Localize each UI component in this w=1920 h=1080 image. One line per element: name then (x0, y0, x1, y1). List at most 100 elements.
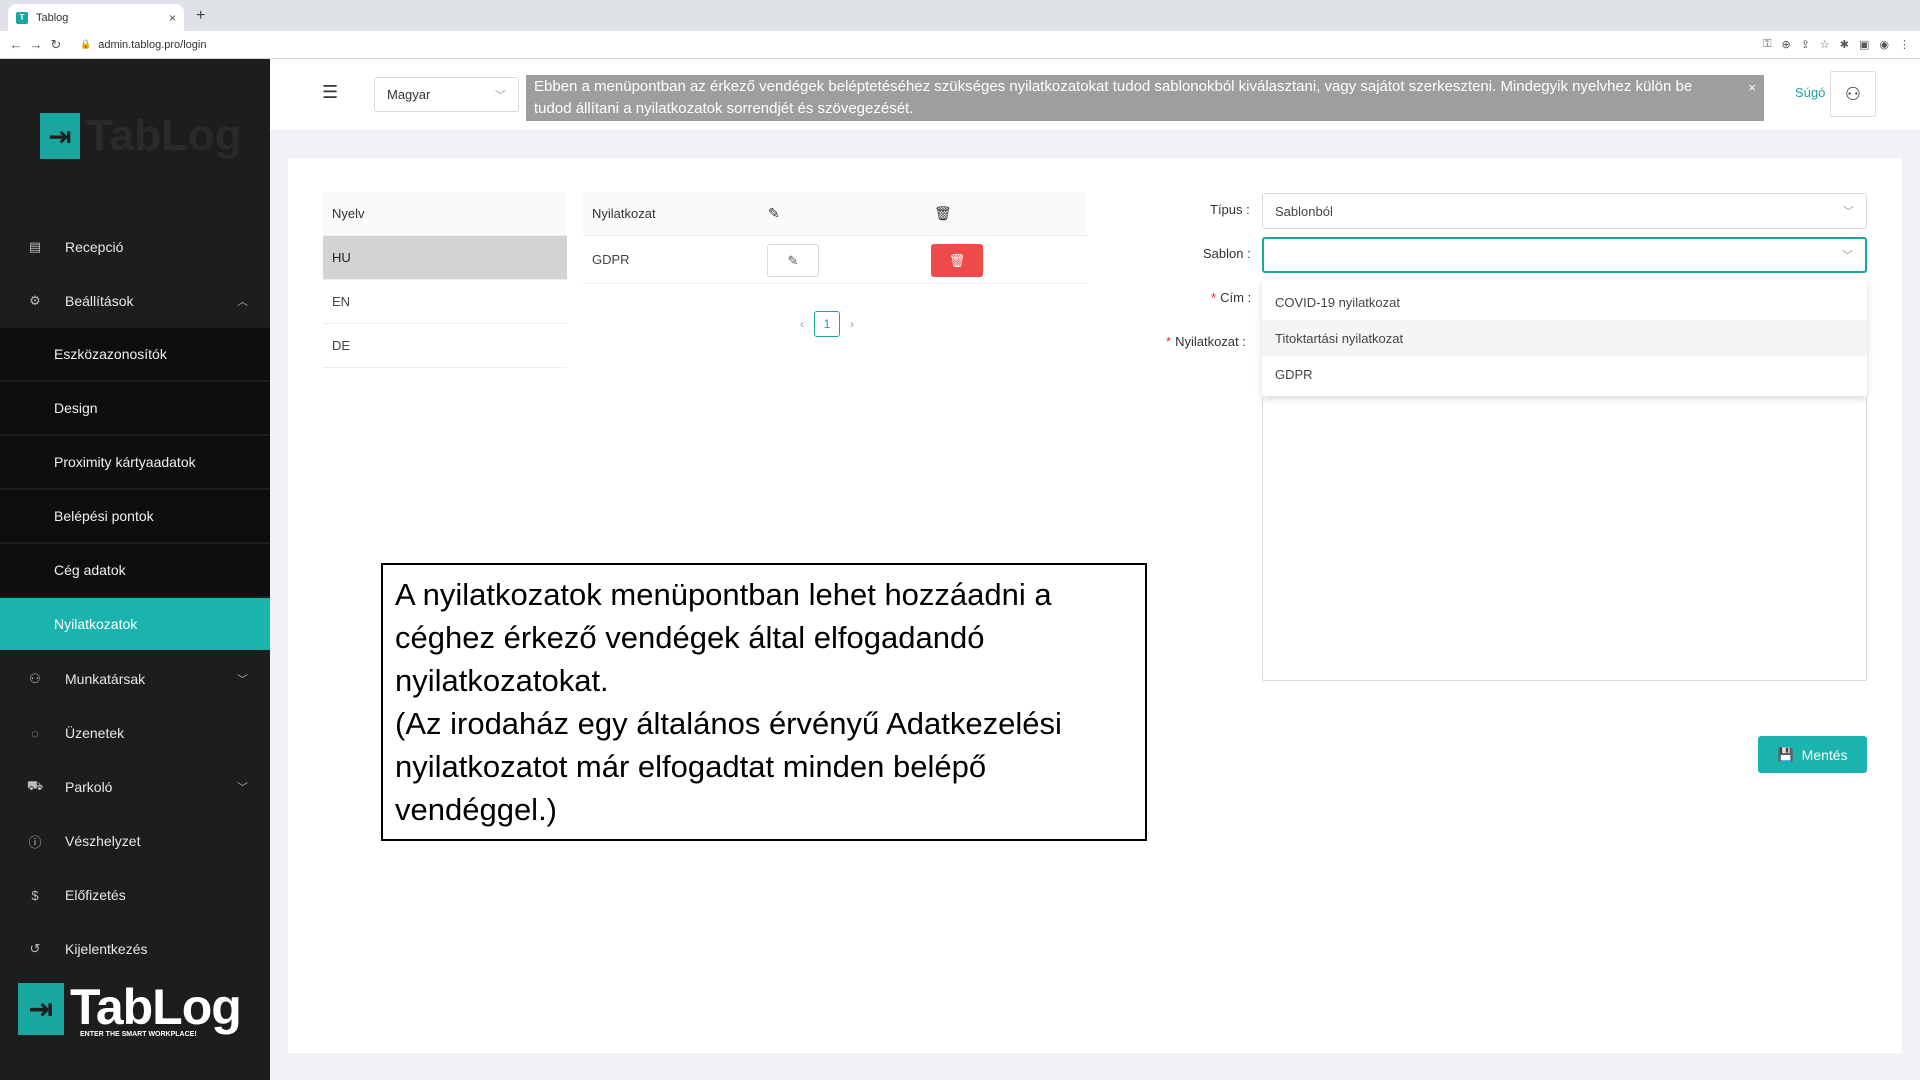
template-dropdown: COVID-19 nyilatkozat Titoktartási nyilat… (1262, 280, 1867, 396)
sidebar-item-label: Előfizetés (65, 887, 126, 903)
template-label: Sablon : (1203, 246, 1251, 261)
alert-icon: ⓘ (28, 834, 42, 850)
zoom-icon[interactable]: ⊕ (1781, 38, 1790, 51)
table-row: GDPR ✎ 🗑 (583, 236, 1087, 284)
declaration-name: GDPR (592, 252, 630, 267)
user-menu-button[interactable]: ⚇ (1830, 71, 1876, 117)
declaration-table-header: Nyilatkozat ✎ 🗑 (583, 192, 1087, 236)
save-button[interactable]: 💾 Mentés (1758, 736, 1867, 773)
logout-icon: ↺ (29, 941, 41, 956)
tab-close-icon[interactable]: × (169, 11, 176, 25)
message-icon: ◌ (31, 725, 39, 741)
save-button-label: Mentés (1801, 746, 1848, 763)
annotation-callout: A nyilatkozatok menüpontban lehet hozzáa… (381, 563, 1147, 841)
pagination-prev-icon[interactable]: ‹ (800, 317, 804, 331)
forward-icon[interactable]: → (26, 37, 46, 52)
info-banner-text: Ebben a menüpontban az érkező vendégek b… (534, 78, 1693, 117)
pagination-next-icon[interactable]: › (850, 317, 854, 331)
profile-icon[interactable]: ◉ (1879, 38, 1889, 51)
reception-icon: ▤ (28, 239, 42, 254)
bottom-logo-word: TabLog (70, 979, 242, 1035)
declaration-label: * Nyilatkozat : (1166, 334, 1246, 349)
close-icon[interactable]: × (1748, 77, 1756, 99)
chevron-down-icon: ﹀ (495, 89, 506, 102)
sidebar-item-label: Beállítások (65, 293, 134, 309)
sidebar-subitem-nyilatkozatok[interactable]: Nyilatkozatok (0, 598, 270, 650)
sidebar-subitem-belepesi-pontok[interactable]: Belépési pontok (0, 490, 270, 542)
browser-tab[interactable]: T Tablog × (8, 4, 184, 31)
key-icon[interactable]: ⚿ (1763, 38, 1771, 51)
user-icon: ⚇ (1844, 83, 1862, 104)
declaration-column-header: Nyilatkozat (592, 206, 656, 221)
user-icon: ⚇ (29, 671, 41, 686)
sidebar-subitem-design[interactable]: Design (0, 382, 270, 434)
back-icon[interactable]: ← (6, 37, 26, 52)
chevron-down-icon: ﹀ (1843, 206, 1854, 218)
language-select-value: Magyar (387, 87, 431, 102)
floppy-icon: 💾 (1777, 746, 1794, 762)
url-text: admin.tablog.pro/login (98, 38, 207, 51)
sidebar-item-recepcio[interactable]: ▤ Recepció (0, 221, 270, 273)
trash-icon: 🗑 (948, 252, 966, 268)
more-icon[interactable]: ⋮ (1899, 38, 1910, 51)
sidebar-item-label: Kijelentkezés (65, 941, 148, 957)
language-row-en[interactable]: EN (323, 280, 567, 324)
sidebar-subitem-ceg-adatok[interactable]: Cég adatok (0, 544, 270, 596)
reload-icon[interactable]: ↻ (46, 37, 66, 53)
sidepanel-icon[interactable]: ▣ (1859, 38, 1869, 51)
language-row-hu[interactable]: HU (323, 236, 567, 280)
gear-icon: ⚙ (29, 293, 41, 308)
car-icon: ⛟ (26, 778, 44, 793)
chevron-down-icon: ﹀ (1842, 250, 1853, 262)
help-link[interactable]: Súgó (1795, 85, 1825, 100)
star-icon[interactable]: ☆ (1820, 38, 1830, 51)
chevron-down-icon: ﹀ (237, 782, 248, 794)
tablog-logo-mark-icon: ⇥ (18, 983, 64, 1035)
sidebar-subitem-eszkozazonositok[interactable]: Eszközazonosítók (0, 328, 270, 380)
chevron-up-icon: ︿ (237, 296, 248, 308)
language-select[interactable]: Magyar ﹀ (374, 77, 519, 112)
tab-title: Tablog (36, 11, 69, 24)
sidebar-logo[interactable]: ⇥ TabLog (40, 111, 242, 161)
type-label: Típus : (1210, 202, 1250, 217)
tablog-logo-mark-icon: ⇥ (40, 113, 80, 159)
declaration-table: Nyilatkozat ✎ 🗑 GDPR ✎ 🗑 (583, 192, 1087, 284)
sidebar-item-uzenetek[interactable]: ◌ Üzenetek (0, 707, 270, 759)
pencil-icon: ✎ (787, 252, 799, 268)
lock-icon: 🔒 (80, 39, 92, 49)
declaration-textarea[interactable] (1262, 397, 1867, 681)
language-row-de[interactable]: DE (323, 324, 567, 368)
pagination-page[interactable]: 1 (814, 311, 840, 337)
delete-column-icon: 🗑 (934, 205, 952, 221)
share-icon[interactable]: ⇪ (1801, 38, 1810, 51)
sidebar-item-veszhelyzet[interactable]: ⓘ Vészhelyzet (0, 815, 270, 867)
type-select-value: Sablonból (1275, 203, 1333, 219)
sidebar-item-parkolo[interactable]: ⛟ Parkoló ﹀ (0, 761, 270, 813)
edit-button[interactable]: ✎ (767, 244, 819, 277)
sidebar-item-label: Üzenetek (65, 725, 125, 741)
sidebar-item-beallitasok[interactable]: ⚙ Beállítások ︿ (0, 275, 270, 327)
sidebar-item-label: Munkatársak (65, 671, 146, 687)
delete-button[interactable]: 🗑 (931, 244, 983, 277)
sidebar-item-elofizetes[interactable]: $ Előfizetés (0, 869, 270, 921)
top-header: ☰ Magyar ﹀ Ebben a menüpontban az érkező… (270, 59, 1920, 130)
new-tab-button[interactable]: + (196, 7, 205, 25)
dropdown-option-gdpr[interactable]: GDPR (1262, 356, 1867, 392)
dropdown-option-covid[interactable]: COVID-19 nyilatkozat (1262, 284, 1867, 320)
template-select[interactable]: ﹀ (1262, 237, 1867, 273)
favicon-icon: T (16, 11, 28, 24)
menu-collapse-icon[interactable]: ☰ (322, 82, 338, 103)
address-bar: ← → ↻ 🔒 admin.tablog.pro/login ⚿ ⊕ ⇪ ☆ ✱… (0, 31, 1920, 59)
pagination: ‹ 1 › (800, 311, 854, 337)
type-select[interactable]: Sablonból ﹀ (1262, 193, 1867, 229)
language-table: Nyelv HU EN DE (323, 192, 567, 368)
language-table-header: Nyelv (323, 192, 567, 236)
dropdown-option-titoktartasi[interactable]: Titoktartási nyilatkozat (1262, 320, 1867, 356)
sidebar-item-label: Parkoló (65, 779, 113, 795)
url-field[interactable]: 🔒 admin.tablog.pro/login (80, 39, 206, 51)
sidebar-item-munkatarsak[interactable]: ⚇ Munkatársak ﹀ (0, 653, 270, 705)
sidebar-item-label: Vészhelyzet (65, 833, 141, 849)
sidebar-item-kijelentkezes[interactable]: ↺ Kijelentkezés (0, 923, 270, 975)
sidebar-subitem-proximity[interactable]: Proximity kártyaadatok (0, 436, 270, 488)
extensions-icon[interactable]: ✱ (1840, 38, 1849, 51)
